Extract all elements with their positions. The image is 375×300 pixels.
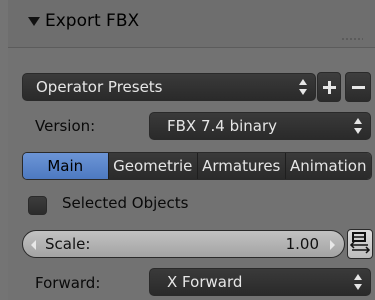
tab-main[interactable]: Main [23, 153, 109, 179]
panel-header[interactable]: Export FBX [8, 0, 375, 48]
forward-label: Forward: [35, 274, 101, 292]
minus-icon [352, 86, 365, 89]
scale-apply-button[interactable] [347, 229, 373, 259]
drag-grip-icon[interactable] [341, 37, 363, 42]
version-dropdown[interactable]: FBX 7.4 binary [149, 112, 371, 140]
collapse-triangle-icon[interactable] [28, 17, 40, 26]
tab-geometrie[interactable]: Geometrie [108, 153, 198, 179]
scale-slider[interactable]: Scale: 1.00 [22, 230, 345, 258]
remove-preset-button[interactable] [345, 72, 371, 102]
add-preset-button[interactable] [317, 72, 341, 102]
up-down-arrows-icon [299, 79, 309, 95]
flip-axes-icon [349, 232, 371, 254]
operator-presets-label: Operator Presets [36, 78, 163, 96]
operator-presets-dropdown[interactable]: Operator Presets [22, 73, 316, 101]
decrement-arrow-icon[interactable] [31, 240, 36, 250]
selected-objects-label[interactable]: Selected Objects [62, 194, 188, 212]
tab-bar: Main Geometrie Armatures Animation [22, 152, 372, 180]
panel-title: Export FBX [45, 11, 140, 31]
increment-arrow-icon[interactable] [330, 240, 335, 250]
forward-axis-dropdown[interactable]: X Forward [149, 268, 371, 296]
up-down-arrows-icon [354, 118, 364, 134]
tab-animation[interactable]: Animation [285, 153, 371, 179]
selected-objects-checkbox[interactable] [28, 196, 47, 215]
scale-label: Scale: [45, 235, 91, 253]
version-label: Version: [35, 117, 96, 135]
export-fbx-panel: Export FBX Operator Presets Version: FBX… [8, 0, 375, 300]
up-down-arrows-icon [354, 274, 364, 290]
scale-value: 1.00 [285, 235, 319, 253]
version-value: FBX 7.4 binary [167, 117, 278, 135]
tab-armatures[interactable]: Armatures [198, 153, 286, 179]
forward-value: X Forward [167, 273, 243, 291]
